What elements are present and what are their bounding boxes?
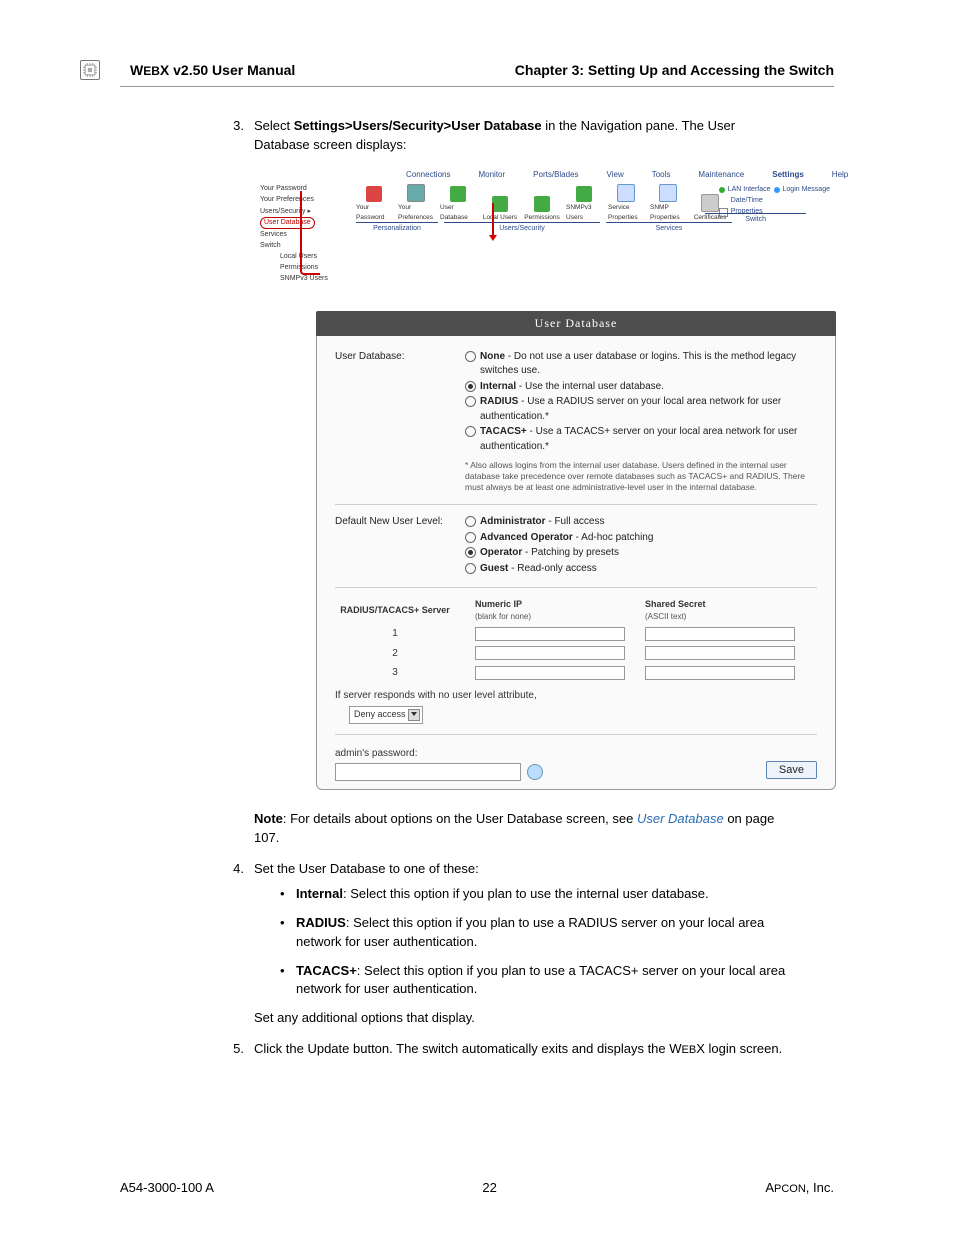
tb-service-properties[interactable]: Service Properties bbox=[608, 184, 644, 222]
menu-ports-blades[interactable]: Ports/Blades bbox=[533, 169, 578, 181]
group-personalization: Personalization bbox=[356, 222, 438, 234]
secret-input-2[interactable] bbox=[645, 646, 795, 660]
col-secret-sub: (ASCII text) bbox=[645, 611, 795, 623]
callout-line-1 bbox=[300, 191, 320, 275]
radio-none[interactable] bbox=[465, 351, 476, 362]
radio-internal[interactable] bbox=[465, 381, 476, 392]
tb-your-preferences[interactable]: Your Preferences bbox=[398, 184, 434, 222]
row-1-num: 1 bbox=[335, 627, 455, 642]
admin-password-input[interactable] bbox=[335, 763, 521, 781]
menu-connections[interactable]: Connections bbox=[406, 169, 450, 181]
menu-view[interactable]: View bbox=[607, 169, 624, 181]
step-3: 3. Select Settings>Users/Security>User D… bbox=[220, 117, 794, 155]
nav-users-security[interactable]: Users/Security bbox=[260, 208, 306, 215]
status-dot-blue bbox=[774, 187, 780, 193]
step-5: 5. Click the Update button. The switch a… bbox=[220, 1040, 794, 1059]
step-number: 5. bbox=[220, 1040, 244, 1059]
step-number: 4. bbox=[220, 860, 244, 1028]
ip-input-2[interactable] bbox=[475, 646, 625, 660]
tb-local-users[interactable]: Local Users bbox=[482, 196, 518, 222]
radio-guest[interactable] bbox=[465, 563, 476, 574]
main-menu: Connections Monitor Ports/Blades View To… bbox=[256, 167, 836, 183]
admin-password-label: admin's password: bbox=[335, 747, 418, 762]
ip-input-1[interactable] bbox=[475, 627, 625, 641]
bullet-internal: Internal: Select this option if you plan… bbox=[280, 885, 794, 904]
note-paragraph: Note: For details about options on the U… bbox=[254, 810, 794, 848]
user-database-label: User Database: bbox=[335, 350, 455, 494]
menu-help[interactable]: Help bbox=[832, 169, 848, 181]
no-level-select[interactable]: Deny access bbox=[349, 706, 423, 724]
tb-permissions[interactable]: Permissions bbox=[524, 196, 560, 222]
group-users-security: Users/Security bbox=[444, 222, 600, 234]
page-header: WEBX v2.50 User Manual Chapter 3: Settin… bbox=[120, 60, 834, 87]
footer-company: APCON, Inc. bbox=[765, 1180, 834, 1195]
user-database-screenshot: Connections Monitor Ports/Blades View To… bbox=[256, 167, 836, 791]
step5-text: Click the Update button. The switch auto… bbox=[254, 1040, 794, 1059]
row-3-num: 3 bbox=[335, 666, 455, 681]
chapter-title: Chapter 3: Setting Up and Accessing the … bbox=[515, 62, 834, 78]
menu-settings[interactable]: Settings bbox=[772, 169, 804, 181]
step4-text: Set the User Database to one of these: bbox=[254, 860, 794, 879]
save-button[interactable]: Save bbox=[766, 761, 817, 779]
panel-title: User Database bbox=[316, 311, 836, 336]
footer-page-number: 22 bbox=[482, 1180, 496, 1195]
row-2-num: 2 bbox=[335, 647, 455, 662]
no-level-text: If server responds with no user level at… bbox=[335, 689, 817, 704]
secret-input-3[interactable] bbox=[645, 666, 795, 680]
page-footer: A54-3000-100 A 22 APCON, Inc. bbox=[120, 1180, 834, 1195]
tb-your-password[interactable]: Your Password bbox=[356, 186, 392, 222]
tb-user-database[interactable]: User Database bbox=[440, 186, 476, 222]
col-ip-sub: (blank for none) bbox=[475, 611, 625, 623]
radio-operator[interactable] bbox=[465, 547, 476, 558]
group-switch: Switch bbox=[705, 213, 806, 225]
col-secret: Shared Secret bbox=[645, 598, 795, 611]
radio-advanced-operator[interactable] bbox=[465, 532, 476, 543]
link-user-database[interactable]: User Database bbox=[637, 811, 724, 826]
tb-snmpv3-users[interactable]: SNMPv3 Users bbox=[566, 186, 602, 222]
nav-snmpv3-users[interactable]: SNMPv3 Users bbox=[280, 274, 340, 284]
status-dot-green bbox=[719, 187, 725, 193]
nav-path: Settings>Users/Security>User Database bbox=[294, 118, 542, 133]
menu-monitor[interactable]: Monitor bbox=[478, 169, 505, 181]
menu-tools[interactable]: Tools bbox=[652, 169, 671, 181]
ip-input-3[interactable] bbox=[475, 666, 625, 680]
bullet-radius: RADIUS: Select this option if you plan t… bbox=[280, 914, 794, 952]
col-ip: Numeric IP bbox=[475, 598, 625, 611]
link-lan-interface[interactable]: LAN Interface bbox=[728, 185, 771, 195]
user-database-options: None - Do not use a user database or log… bbox=[465, 350, 817, 494]
radio-tacacs[interactable] bbox=[465, 426, 476, 437]
secret-input-1[interactable] bbox=[645, 627, 795, 641]
chip-icon bbox=[80, 60, 100, 80]
bullet-tacacs: TACACS+: Select this option if you plan … bbox=[280, 962, 794, 1000]
link-date-time[interactable]: Date/Time bbox=[731, 196, 763, 206]
step3-pre: Select bbox=[254, 118, 294, 133]
chevron-down-icon bbox=[411, 712, 417, 716]
step-number: 3. bbox=[220, 117, 244, 155]
tb-snmp-properties[interactable]: SNMP Properties bbox=[650, 184, 686, 222]
menu-maintenance[interactable]: Maintenance bbox=[698, 169, 744, 181]
default-level-options: Administrator - Full access Advanced Ope… bbox=[465, 515, 817, 577]
callout-line-2 bbox=[492, 203, 494, 237]
step4-after: Set any additional options that display. bbox=[254, 1009, 794, 1028]
manual-title: WEBX v2.50 User Manual bbox=[130, 62, 295, 78]
radio-administrator[interactable] bbox=[465, 516, 476, 527]
server-table: RADIUS/TACACS+ Server Numeric IP(blank f… bbox=[335, 598, 817, 681]
link-login-message[interactable]: Login Message bbox=[783, 185, 830, 195]
radio-radius[interactable] bbox=[465, 396, 476, 407]
user-database-note: * Also allows logins from the internal u… bbox=[465, 460, 817, 492]
step-4: 4. Set the User Database to one of these… bbox=[220, 860, 794, 1028]
col-server: RADIUS/TACACS+ Server bbox=[335, 604, 455, 617]
footer-doc-id: A54-3000-100 A bbox=[120, 1180, 214, 1195]
default-level-label: Default New User Level: bbox=[335, 515, 455, 577]
